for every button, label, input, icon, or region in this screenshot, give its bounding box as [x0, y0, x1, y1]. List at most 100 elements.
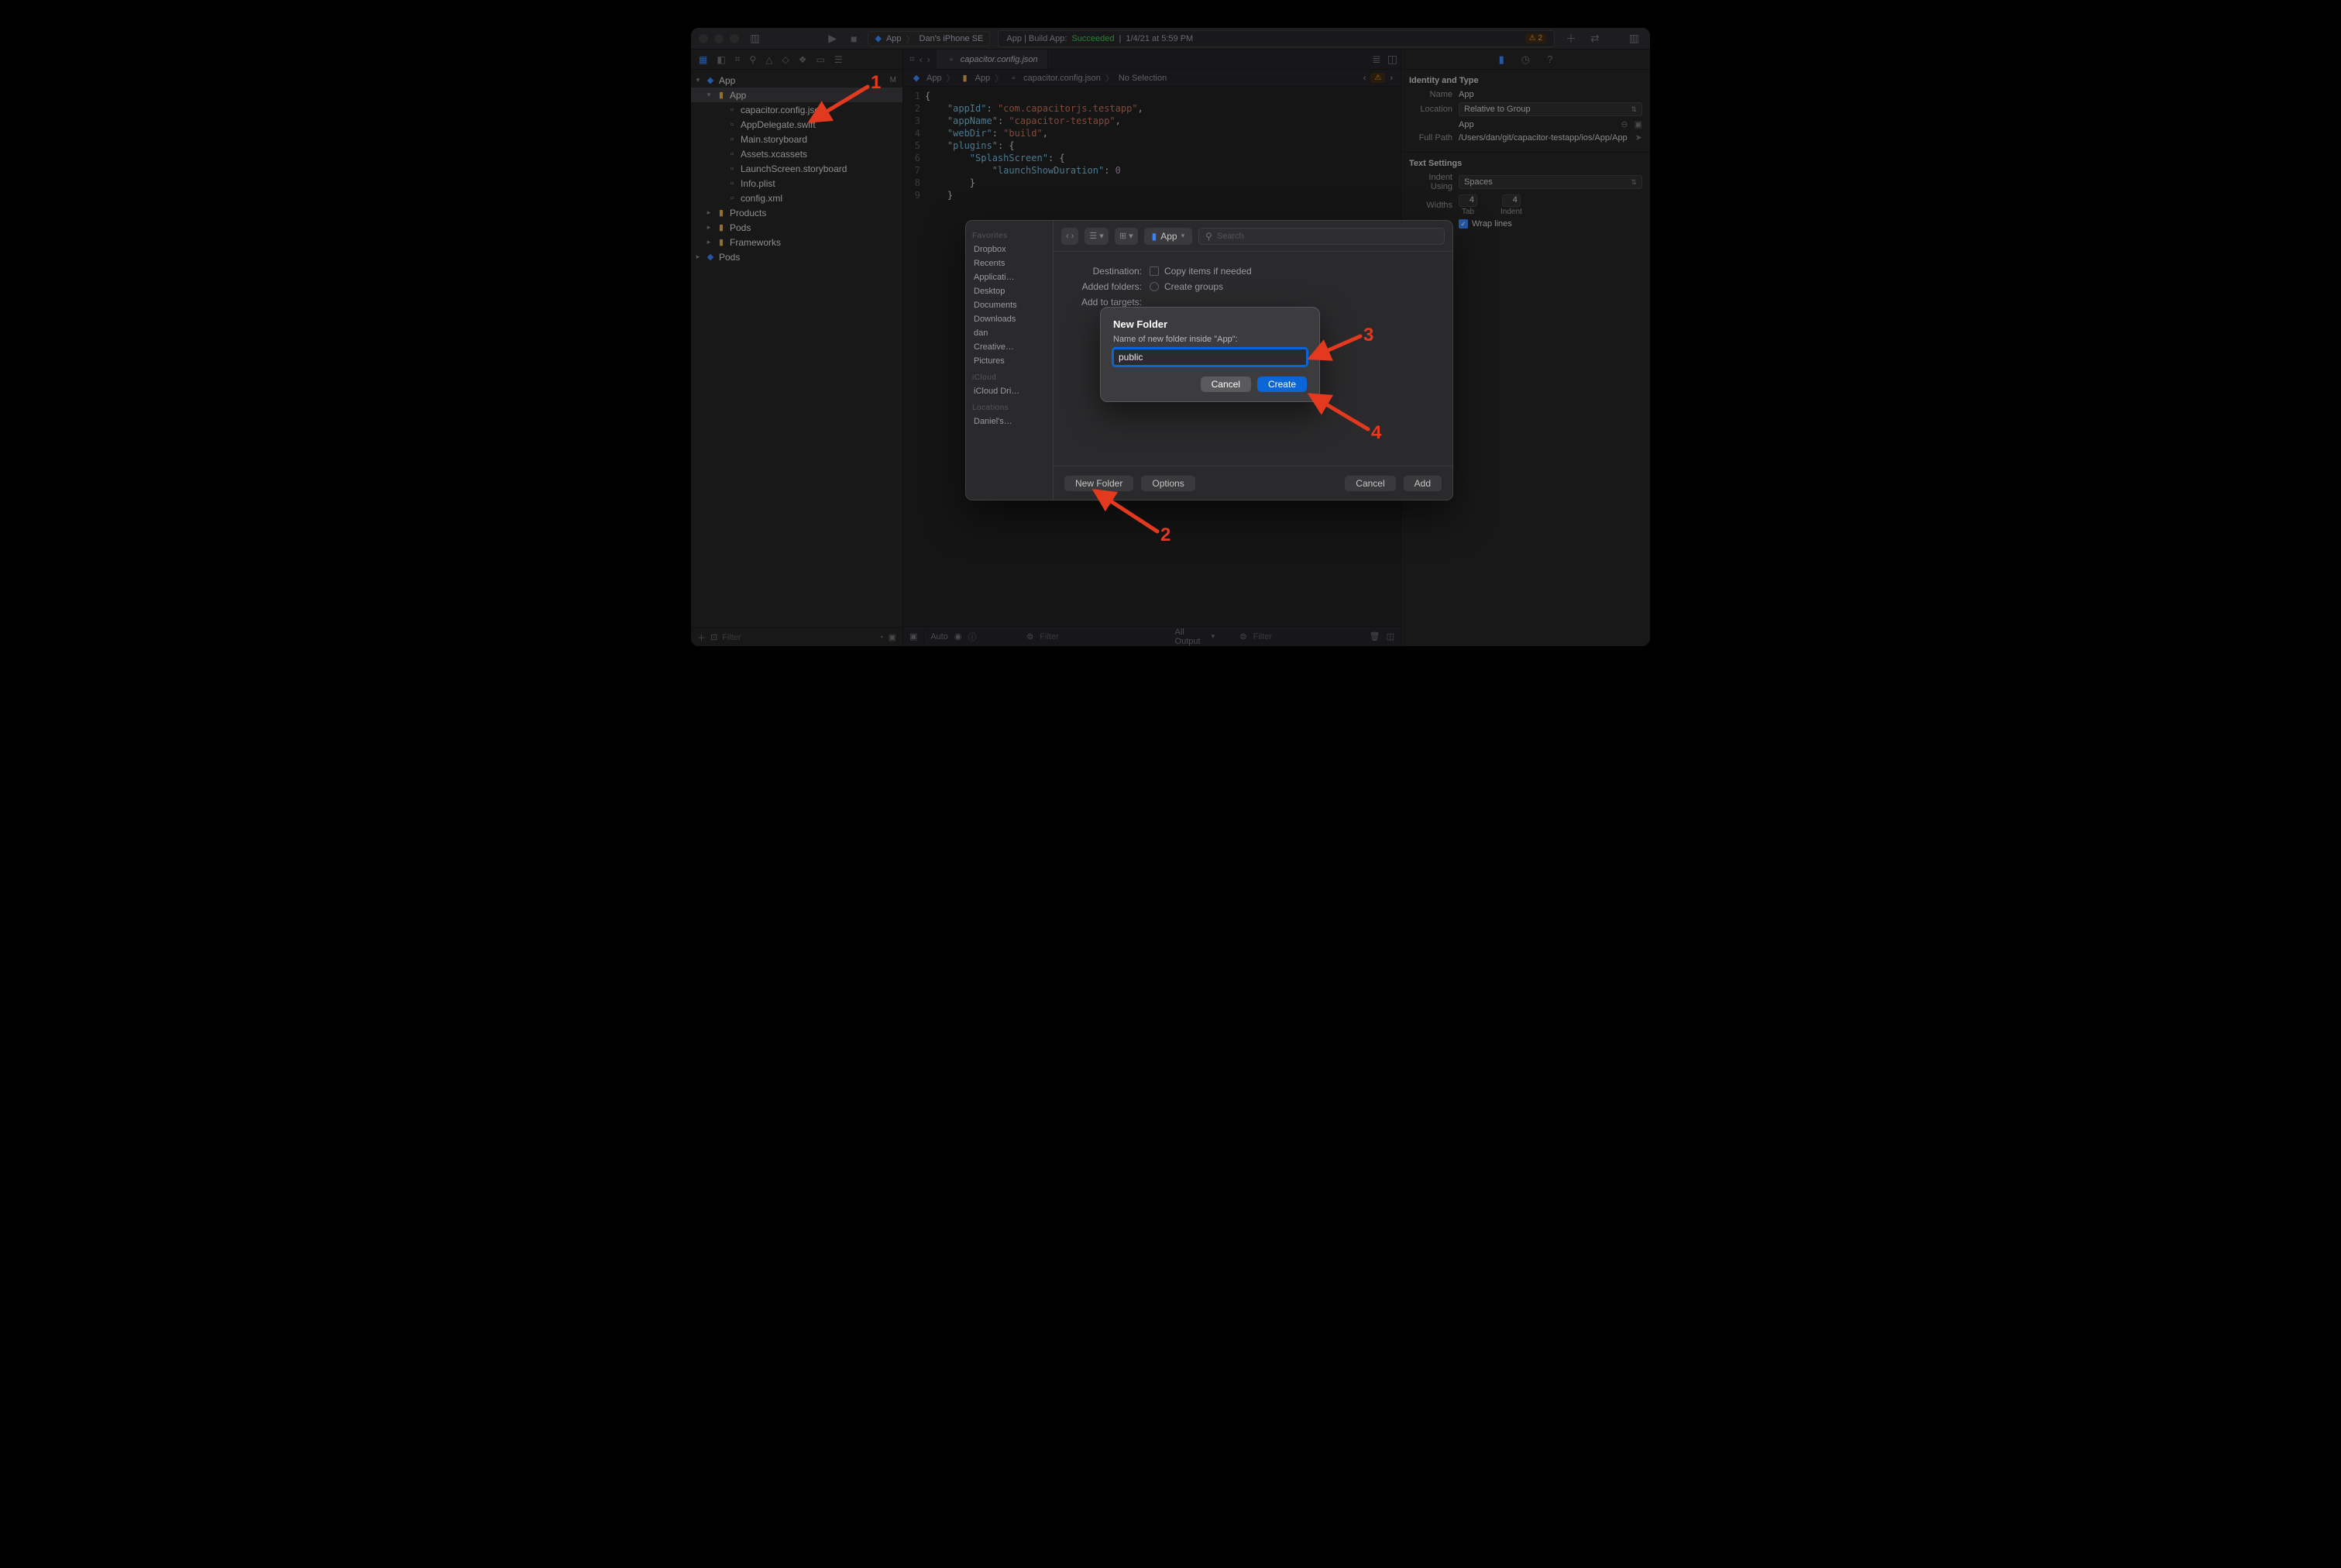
sheet-search[interactable]: ⚲: [1198, 228, 1445, 245]
warnings-badge[interactable]: ⚠ 2: [1525, 33, 1547, 43]
tree-file[interactable]: ▫capacitor.config.json: [691, 102, 902, 117]
scm-filter-icon[interactable]: ▣: [889, 632, 896, 642]
info-icon[interactable]: ⓘ: [968, 631, 976, 643]
tree-root[interactable]: ▾◆ App M: [691, 73, 902, 88]
scheme-selector[interactable]: ◆ App 〉 Dan's iPhone SE: [868, 31, 990, 46]
path-dropdown[interactable]: ▮App▾: [1144, 228, 1193, 245]
sheet-sidebar[interactable]: Favorites Dropbox Recents Applicati… Des…: [966, 221, 1053, 500]
eye-icon[interactable]: ◉: [954, 631, 962, 641]
tree-group[interactable]: ▸▮Pods: [691, 220, 902, 235]
trash-icon[interactable]: 🗑: [1370, 631, 1380, 641]
tree-group[interactable]: ▸▮Frameworks: [691, 235, 902, 249]
sidebar-item[interactable]: dan: [972, 327, 1047, 339]
clock-icon[interactable]: ◔: [878, 633, 884, 642]
sheet-add-button[interactable]: Add: [1404, 476, 1442, 491]
file-inspector-icon[interactable]: ▮: [1499, 53, 1504, 66]
modal-cancel-button[interactable]: Cancel: [1201, 377, 1251, 392]
traffic-lights[interactable]: [699, 34, 739, 43]
tree-app-group[interactable]: ▾▮ App: [691, 88, 902, 102]
jump-next-icon[interactable]: ›: [1390, 74, 1393, 83]
location-select[interactable]: Relative to Group⇅: [1459, 102, 1642, 116]
copy-items-checkbox[interactable]: [1150, 266, 1159, 276]
zoom-traffic[interactable]: [730, 34, 739, 43]
console-filter-input[interactable]: [1253, 632, 1363, 641]
tree-pods[interactable]: ▸◆Pods: [691, 249, 902, 264]
tab-width-input[interactable]: 4: [1459, 194, 1477, 207]
sidebar-item[interactable]: Daniel's…: [972, 415, 1047, 428]
forward-icon[interactable]: ›: [927, 54, 930, 65]
tree-file[interactable]: ▫Assets.xcassets: [691, 146, 902, 161]
inspector-tabs[interactable]: ▮ ◷ ?: [1401, 50, 1650, 70]
sidebar-item[interactable]: Recents: [972, 257, 1047, 270]
stop-icon[interactable]: ■: [847, 33, 860, 45]
tree-group[interactable]: ▸▮Products: [691, 205, 902, 220]
indent-width-input[interactable]: 4: [1502, 194, 1521, 207]
symbol-tab-icon[interactable]: ⌗: [735, 53, 741, 65]
split-icon[interactable]: ◫: [1387, 631, 1394, 641]
name-value[interactable]: App: [1459, 90, 1642, 99]
sheet-cancel-button[interactable]: Cancel: [1345, 476, 1395, 491]
sidebar-item[interactable]: Creative…: [972, 341, 1047, 353]
file-tree[interactable]: ▾◆ App M ▾▮ App ▫capacitor.config.json ▫…: [691, 70, 902, 628]
issue-tab-icon[interactable]: △: [765, 54, 772, 65]
tree-file[interactable]: ▫config.xml: [691, 191, 902, 205]
jump-bar[interactable]: ◆App〉 ▮App〉 ▫capacitor.config.json〉 No S…: [903, 70, 1401, 87]
sidebar-item[interactable]: Desktop: [972, 285, 1047, 297]
tree-file[interactable]: ▫AppDelegate.swift: [691, 117, 902, 132]
indent-using-select[interactable]: Spaces⇅: [1459, 175, 1642, 189]
view-list-icon[interactable]: ☰ ▾: [1085, 228, 1108, 245]
nav-back-forward[interactable]: ‹ ›: [1061, 228, 1078, 245]
debug-toggle-icon[interactable]: ▣: [909, 631, 917, 641]
report-tab-icon[interactable]: ☰: [834, 54, 843, 65]
modal-create-button[interactable]: Create: [1257, 377, 1307, 392]
close-traffic[interactable]: [699, 34, 708, 43]
filter-scope-icon[interactable]: ⊡: [710, 632, 717, 642]
chevron-down-icon[interactable]: ▾: [1212, 632, 1215, 641]
help-inspector-icon[interactable]: ?: [1547, 53, 1552, 65]
navigator-tabs[interactable]: ▦ ◧ ⌗ ⚲ △ ◇ ❖ ▭ ☰: [691, 50, 902, 70]
editor-layout-icon[interactable]: ≣: [1369, 53, 1384, 66]
tree-file[interactable]: ▫Main.storyboard: [691, 132, 902, 146]
test-tab-icon[interactable]: ◇: [782, 54, 789, 65]
file-warnings-badge[interactable]: ⚠: [1370, 73, 1385, 83]
assistant-icon[interactable]: ◫: [1384, 53, 1401, 66]
output-scope[interactable]: All Output: [1175, 628, 1205, 646]
sidebar-toggle-icon[interactable]: ▥: [747, 32, 763, 45]
tree-file[interactable]: ▫Info.plist: [691, 176, 902, 191]
related-items-icon[interactable]: ⌗: [909, 53, 915, 65]
editor-tab[interactable]: ▫ capacitor.config.json: [937, 50, 1048, 69]
reveal-icon[interactable]: ➤: [1635, 132, 1642, 143]
tree-file[interactable]: ▫LaunchScreen.storyboard: [691, 161, 902, 176]
add-icon[interactable]: ＋: [697, 631, 706, 644]
wrap-lines-checkbox[interactable]: Wrap lines: [1459, 219, 1512, 229]
back-icon[interactable]: ‹: [920, 54, 923, 65]
run-icon[interactable]: ▶: [825, 32, 840, 45]
inspectors-toggle-icon[interactable]: ▥: [1626, 32, 1642, 45]
auto-label[interactable]: Auto: [930, 632, 948, 641]
sidebar-item[interactable]: Downloads: [972, 313, 1047, 325]
filter-icon[interactable]: ⊜: [1026, 631, 1033, 641]
create-groups-radio[interactable]: [1150, 282, 1159, 291]
new-folder-button[interactable]: New Folder: [1064, 476, 1133, 491]
sidebar-item[interactable]: Dropbox: [972, 243, 1047, 256]
options-button[interactable]: Options: [1141, 476, 1195, 491]
variables-filter-input[interactable]: [1040, 632, 1150, 641]
sidebar-item[interactable]: Applicati…: [972, 271, 1047, 284]
navigator-filter-input[interactable]: [722, 633, 874, 642]
folder-browse-icon[interactable]: ▣: [1635, 119, 1642, 129]
sidebar-item[interactable]: Pictures: [972, 355, 1047, 367]
activity-status[interactable]: App | Build App: Succeeded | 1/4/21 at 5…: [998, 30, 1555, 47]
sidebar-item[interactable]: Documents: [972, 299, 1047, 311]
find-tab-icon[interactable]: ⚲: [749, 54, 756, 65]
filter-icon[interactable]: ⊜: [1239, 631, 1246, 641]
bp-tab-icon[interactable]: ▭: [816, 54, 824, 65]
minimize-traffic[interactable]: [714, 34, 724, 43]
clear-icon[interactable]: ⊖: [1621, 119, 1628, 129]
view-group-icon[interactable]: ⊞ ▾: [1115, 228, 1138, 245]
jump-prev-icon[interactable]: ‹: [1363, 74, 1366, 83]
folder-tab-icon[interactable]: ▦: [699, 54, 707, 65]
plus-icon[interactable]: ＋: [1562, 31, 1580, 46]
scm-tab-icon[interactable]: ◧: [717, 54, 725, 65]
library-icon[interactable]: ⇄: [1587, 32, 1603, 45]
debug-tab-icon[interactable]: ❖: [799, 54, 807, 65]
